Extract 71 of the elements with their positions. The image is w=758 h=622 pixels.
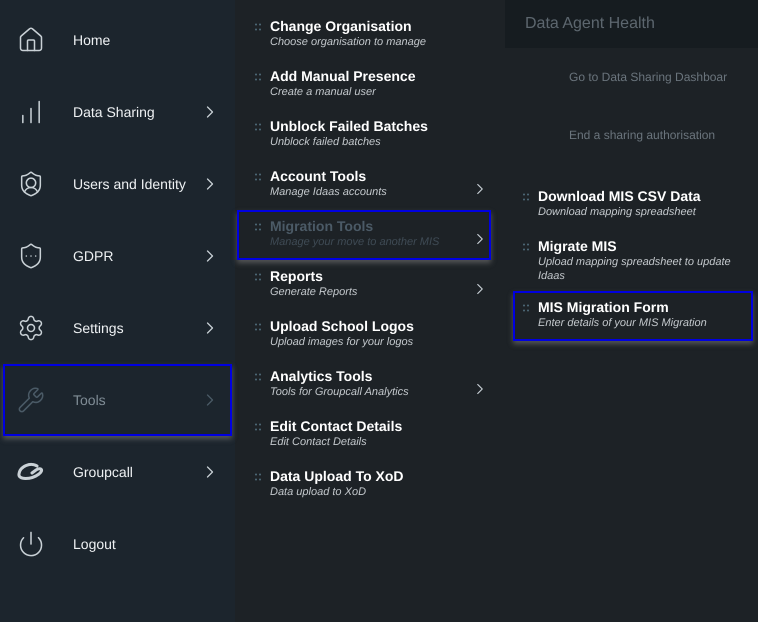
- menu-item-subtitle: Enter details of your MIS Migration: [538, 316, 707, 330]
- drag-handle-icon: [255, 73, 261, 81]
- drag-handle-icon: [255, 473, 261, 481]
- settings-icon: [17, 314, 45, 342]
- drag-handle-icon: [523, 243, 529, 251]
- menu-item-subtitle: Create a manual user: [270, 85, 378, 99]
- sidebar-item[interactable]: Settings: [3, 292, 232, 364]
- sidebar-label: Groupcall: [73, 462, 134, 482]
- menu-item-subtitle: Data upload to XoD: [270, 485, 368, 499]
- menu-item-subtitle: Generate Reports: [270, 285, 358, 299]
- menu-item-subtitle: Choose organisation to manage: [270, 35, 427, 49]
- menu-item[interactable]: Analytics Tools Tools for Groupcall Analytics: [237, 360, 491, 410]
- menu-item[interactable]: Data Upload To XoD Data upload to XoD: [237, 460, 491, 510]
- drag-handle-icon: [255, 23, 261, 31]
- menu-item-subtitle: Upload images for your logos: [270, 335, 414, 349]
- menu-item[interactable]: Unblock Failed Batches Unblock failed batches: [237, 110, 491, 160]
- menu-item-title: Migration Tools: [270, 218, 374, 235]
- sidebar-label: Home: [73, 30, 112, 50]
- sidebar-item[interactable]: Users and Identity: [3, 148, 232, 220]
- menu-item-title: MIS Migration Form: [538, 299, 670, 316]
- menu-item[interactable]: Account Tools Manage Idaas accounts: [237, 160, 491, 210]
- menu-item-subtitle: Upload mapping spreadsheet to update Idaas: [538, 255, 732, 283]
- menu-item-title: Analytics Tools: [270, 368, 374, 385]
- drag-handle-icon: [255, 123, 261, 131]
- sidebar-label: GDPR: [73, 246, 114, 266]
- sidebar-item[interactable]: Home: [3, 4, 232, 76]
- sidebar-label: Settings: [73, 318, 125, 338]
- menu-item[interactable]: Add Manual Presence Create a manual user: [237, 60, 491, 110]
- menu-item-title: Account Tools: [270, 168, 368, 185]
- drag-handle-icon: [255, 223, 261, 231]
- menu-item-title: Upload School Logos: [270, 318, 415, 335]
- menu-item-subtitle: Unblock failed batches: [270, 135, 382, 149]
- menu-item-title: Reports: [270, 268, 324, 285]
- sidebar-item[interactable]: GDPR: [3, 220, 232, 292]
- wrench-icon: [17, 386, 45, 414]
- sidebar-item[interactable]: Logout: [3, 508, 232, 580]
- menu-item[interactable]: Edit Contact Details Edit Contact Details: [237, 410, 491, 460]
- sidebar-item[interactable]: Data Sharing: [3, 76, 232, 148]
- menu-item-title: Data Upload To XoD: [270, 468, 405, 485]
- drag-handle-icon: [523, 304, 529, 312]
- menu-item-title: Unblock Failed Batches: [270, 118, 429, 135]
- drag-handle-icon: [255, 323, 261, 331]
- drag-handle-icon: [523, 193, 529, 201]
- menu-item-title: Add Manual Presence: [270, 68, 416, 85]
- sidebar-label: Tools: [73, 390, 107, 410]
- sidebar-label: Logout: [73, 534, 117, 554]
- power-icon: [17, 530, 45, 558]
- sidebar-item[interactable]: Groupcall: [3, 436, 232, 508]
- menu-item[interactable]: Upload School Logos Upload images for your logos: [237, 310, 491, 360]
- menu-item-subtitle: Manage Idaas accounts: [270, 185, 388, 199]
- menu-item-title: Migrate MIS: [538, 238, 618, 255]
- sidebar-item[interactable]: Tools: [3, 364, 232, 436]
- drag-handle-icon: [255, 373, 261, 381]
- menu-item[interactable]: Change Organisation Choose organisation to manage: [237, 10, 491, 60]
- header-text: Data Agent Health: [525, 14, 655, 34]
- menu-item-title: Download MIS CSV Data: [538, 188, 701, 205]
- menu-item-title: Edit Contact Details: [270, 418, 404, 435]
- menu-item[interactable]: Migrate MIS Upload mapping spreadsheet to update Idaas: [513, 230, 753, 291]
- sidebar-label: Data Sharing: [73, 102, 156, 122]
- menu-item[interactable]: MIS Migration Form Enter details of your MIS Migration: [513, 291, 753, 341]
- home-icon: [17, 26, 45, 54]
- menu-item-subtitle: Download mapping spreadsheet: [538, 205, 698, 219]
- menu-item-title: Change Organisation: [270, 18, 413, 35]
- menu-item[interactable]: Download MIS CSV Data Download mapping spreadsheet: [513, 180, 753, 230]
- menu-item-subtitle: Tools for Groupcall Analytics: [270, 385, 410, 399]
- drag-handle-icon: [255, 273, 261, 281]
- drag-handle-icon: [255, 173, 261, 181]
- drag-handle-icon: [255, 423, 261, 431]
- menu-item[interactable]: Reports Generate Reports: [237, 260, 491, 310]
- menu-item-subtitle: Edit Contact Details: [270, 435, 368, 449]
- sidebar-label: Users and Identity: [73, 174, 187, 194]
